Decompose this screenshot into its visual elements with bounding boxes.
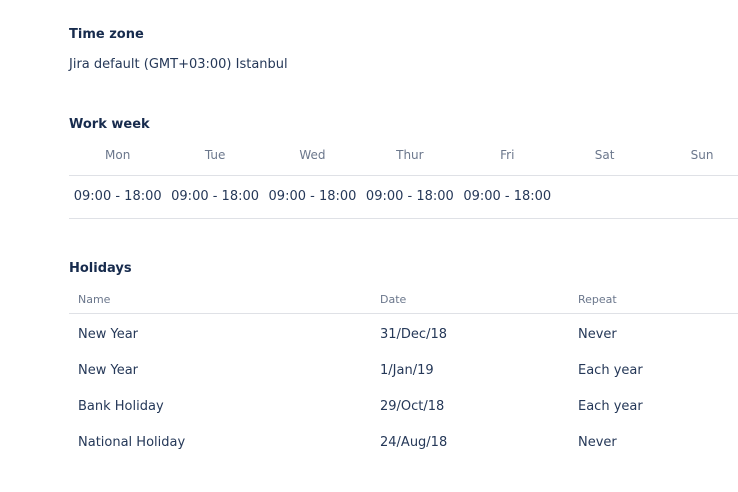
day-sat: Sat	[594, 148, 615, 162]
day-wed: Wed	[299, 148, 326, 162]
holiday-repeat: Each year	[578, 363, 643, 378]
hours-sat	[556, 176, 653, 218]
holiday-repeat: Each year	[578, 399, 643, 414]
holiday-name: New Year	[78, 363, 139, 378]
work-week-title: Work week	[69, 117, 150, 132]
table-row: Bank Holiday 29/Oct/18 Each year	[69, 386, 738, 422]
holidays-table: Name Date Repeat New Year 31/Dec/18 Neve…	[69, 290, 738, 458]
hours-wed: 09:00 - 18:00	[268, 189, 357, 204]
timezone-title: Time zone	[69, 27, 144, 42]
timezone-value: Jira default (GMT+03:00) Istanbul	[69, 57, 288, 72]
holiday-repeat: Never	[578, 435, 617, 450]
table-row: New Year 31/Dec/18 Never	[69, 314, 738, 350]
work-week-hours-row: 09:00 - 18:00 09:00 - 18:00 09:00 - 18:0…	[69, 176, 738, 219]
holidays-title: Holidays	[69, 261, 132, 276]
work-week-header: Mon Tue Wed Thur Fri Sat Sun	[69, 145, 738, 176]
hours-fri: 09:00 - 18:00	[463, 189, 552, 204]
day-tue: Tue	[204, 148, 226, 162]
work-week-table: Mon Tue Wed Thur Fri Sat Sun 09:00 - 18:…	[69, 145, 738, 219]
holiday-date: 24/Aug/18	[380, 435, 448, 450]
day-fri: Fri	[500, 148, 515, 162]
holiday-name: Bank Holiday	[78, 399, 164, 414]
hours-thur: 09:00 - 18:00	[365, 189, 454, 204]
holiday-name: New Year	[78, 327, 139, 342]
table-row: New Year 1/Jan/19 Each year	[69, 350, 738, 386]
col-header-repeat: Repeat	[578, 293, 617, 306]
hours-mon: 09:00 - 18:00	[73, 189, 162, 204]
holiday-date: 29/Oct/18	[380, 399, 445, 414]
holiday-name: National Holiday	[78, 435, 186, 450]
holidays-header: Name Date Repeat	[69, 290, 738, 314]
col-header-name: Name	[78, 293, 111, 306]
day-sun: Sun	[690, 148, 714, 162]
day-thur: Thur	[396, 148, 424, 162]
holiday-date: 1/Jan/19	[380, 363, 434, 378]
hours-tue: 09:00 - 18:00	[171, 189, 260, 204]
col-header-date: Date	[380, 293, 407, 306]
holiday-repeat: Never	[578, 327, 617, 342]
holiday-date: 31/Dec/18	[380, 327, 447, 342]
table-row: National Holiday 24/Aug/18 Never	[69, 422, 738, 458]
hours-sun	[653, 176, 738, 218]
day-mon: Mon	[105, 148, 131, 162]
